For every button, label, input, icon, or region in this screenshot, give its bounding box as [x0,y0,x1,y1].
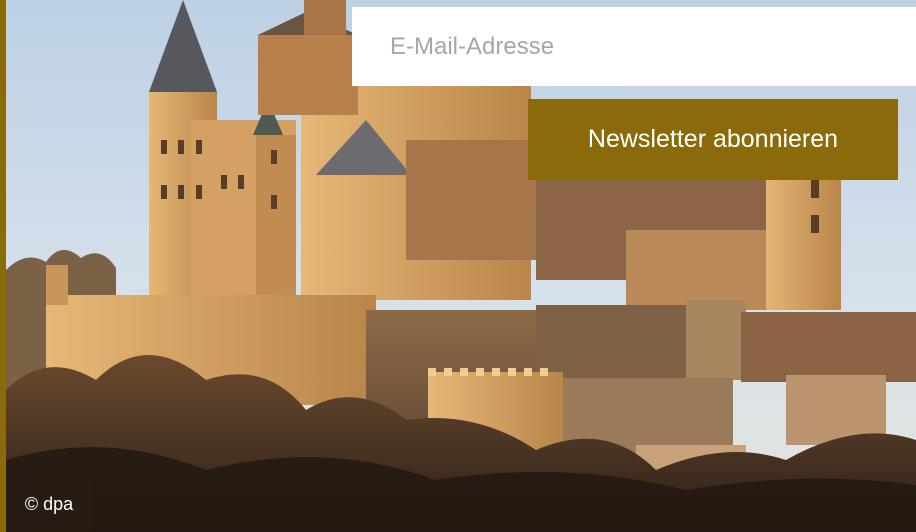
photo-credit: © dpa [6,477,92,532]
subscribe-newsletter-button[interactable]: Newsletter abonnieren [528,99,898,180]
email-field[interactable] [352,7,916,86]
